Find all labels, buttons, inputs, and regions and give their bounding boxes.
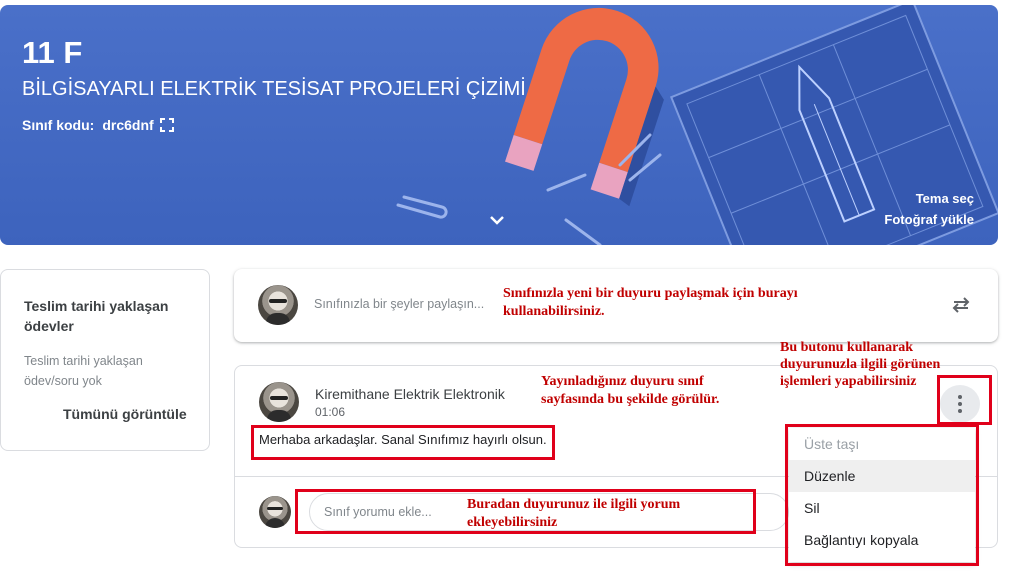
share-input[interactable]: Sınıfınızla bir şeyler paylaşın... <box>314 297 484 311</box>
annotation-share-note: Sınıfınızla yeni bir duyuru paylaşmak iç… <box>503 286 798 319</box>
class-code-row: Sınıf kodu: drc6dnf <box>22 117 174 133</box>
class-banner: 11 F BİLGİSAYARLI ELEKTRİK TESİSAT PROJE… <box>0 5 998 245</box>
menu-item-edit[interactable]: Düzenle <box>789 460 975 492</box>
menu-item-copy-link[interactable]: Bağlantıyı kopyala <box>789 524 975 556</box>
fullscreen-icon[interactable] <box>159 118 174 132</box>
upcoming-empty-text: Teslim tarihi yaklaşan ödev/soru yok <box>24 354 143 388</box>
annotation-post-note: Yayınladığınız duyuru sınıf sayfasında b… <box>541 374 720 407</box>
menu-item-delete[interactable]: Sil <box>789 492 975 524</box>
dot <box>958 409 962 413</box>
post-author: Kiremithane Elektrik Elektronik <box>315 386 505 402</box>
chevron-down-icon[interactable] <box>488 213 506 227</box>
view-all-link[interactable]: Tümünü görüntüle <box>63 406 187 422</box>
menu-item-move-to-top[interactable]: Üste taşı <box>789 428 975 460</box>
dot <box>958 402 962 406</box>
more-options-button[interactable] <box>940 385 980 423</box>
annotation-button-note: Bu butonu kullanarak duyurunuzla ilgili … <box>780 340 941 389</box>
class-code-label: Sınıf kodu: <box>22 117 95 133</box>
avatar <box>258 285 298 325</box>
class-subtitle: BİLGİSAYARLI ELEKTRİK TESİSAT PROJELERİ … <box>22 78 526 100</box>
post-body: Merhaba arkadaşlar. Sanal Sınıfımız hayı… <box>259 432 547 447</box>
upcoming-title: Teslim tarihi yaklaşan ödevler <box>24 298 169 334</box>
upcoming-work-card: Teslim tarihi yaklaşan ödevler Teslim ta… <box>0 269 210 451</box>
select-theme-link[interactable]: Tema seç <box>916 191 974 206</box>
post-time: 01:06 <box>315 405 346 419</box>
upload-photo-link[interactable]: Fotoğraf yükle <box>884 212 974 227</box>
class-code-value: drc6dnf <box>102 117 154 133</box>
avatar <box>259 496 291 528</box>
class-title: 11 F <box>22 35 83 70</box>
avatar <box>259 382 299 422</box>
post-options-menu: Üste taşı Düzenle Sil Bağlantıyı kopyala <box>789 428 975 562</box>
annotation-comment-note: Buradan duyurunuz ile ilgili yorum ekley… <box>467 497 681 530</box>
repost-icon[interactable] <box>950 294 972 316</box>
dot <box>958 395 962 399</box>
